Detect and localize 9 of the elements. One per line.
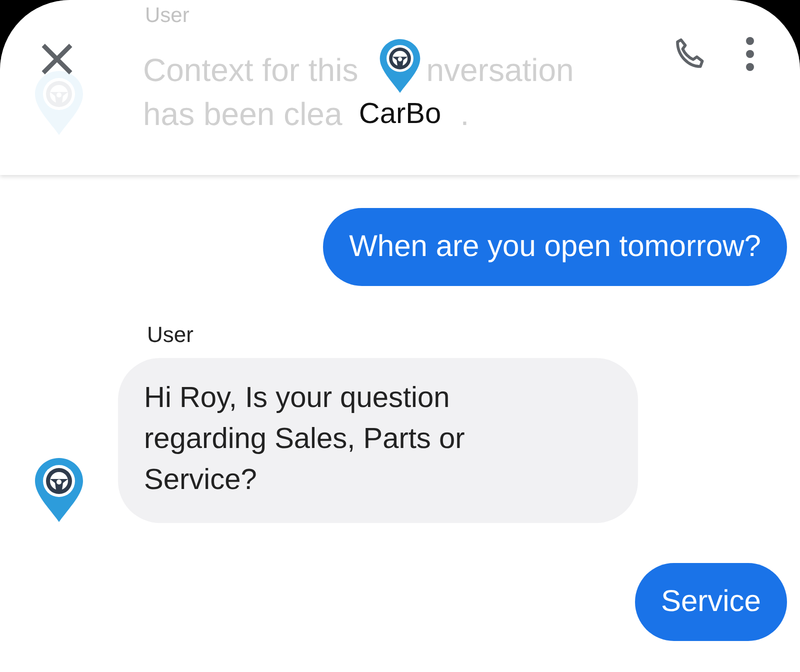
sent-message-bubble: When are you open tomorrow? [323,208,787,286]
bot-avatar-icon [34,457,84,523]
more-options-icon[interactable] [744,34,756,74]
close-button[interactable]: × [34,34,80,82]
sender-name: User [147,322,194,348]
sent-message-bubble: Service [634,563,787,641]
message-text: . [460,95,470,134]
sender-name: User [145,4,190,28]
received-message-bubble: Hi Roy, Is your question regarding Sales, Parts or Service? [118,358,638,523]
